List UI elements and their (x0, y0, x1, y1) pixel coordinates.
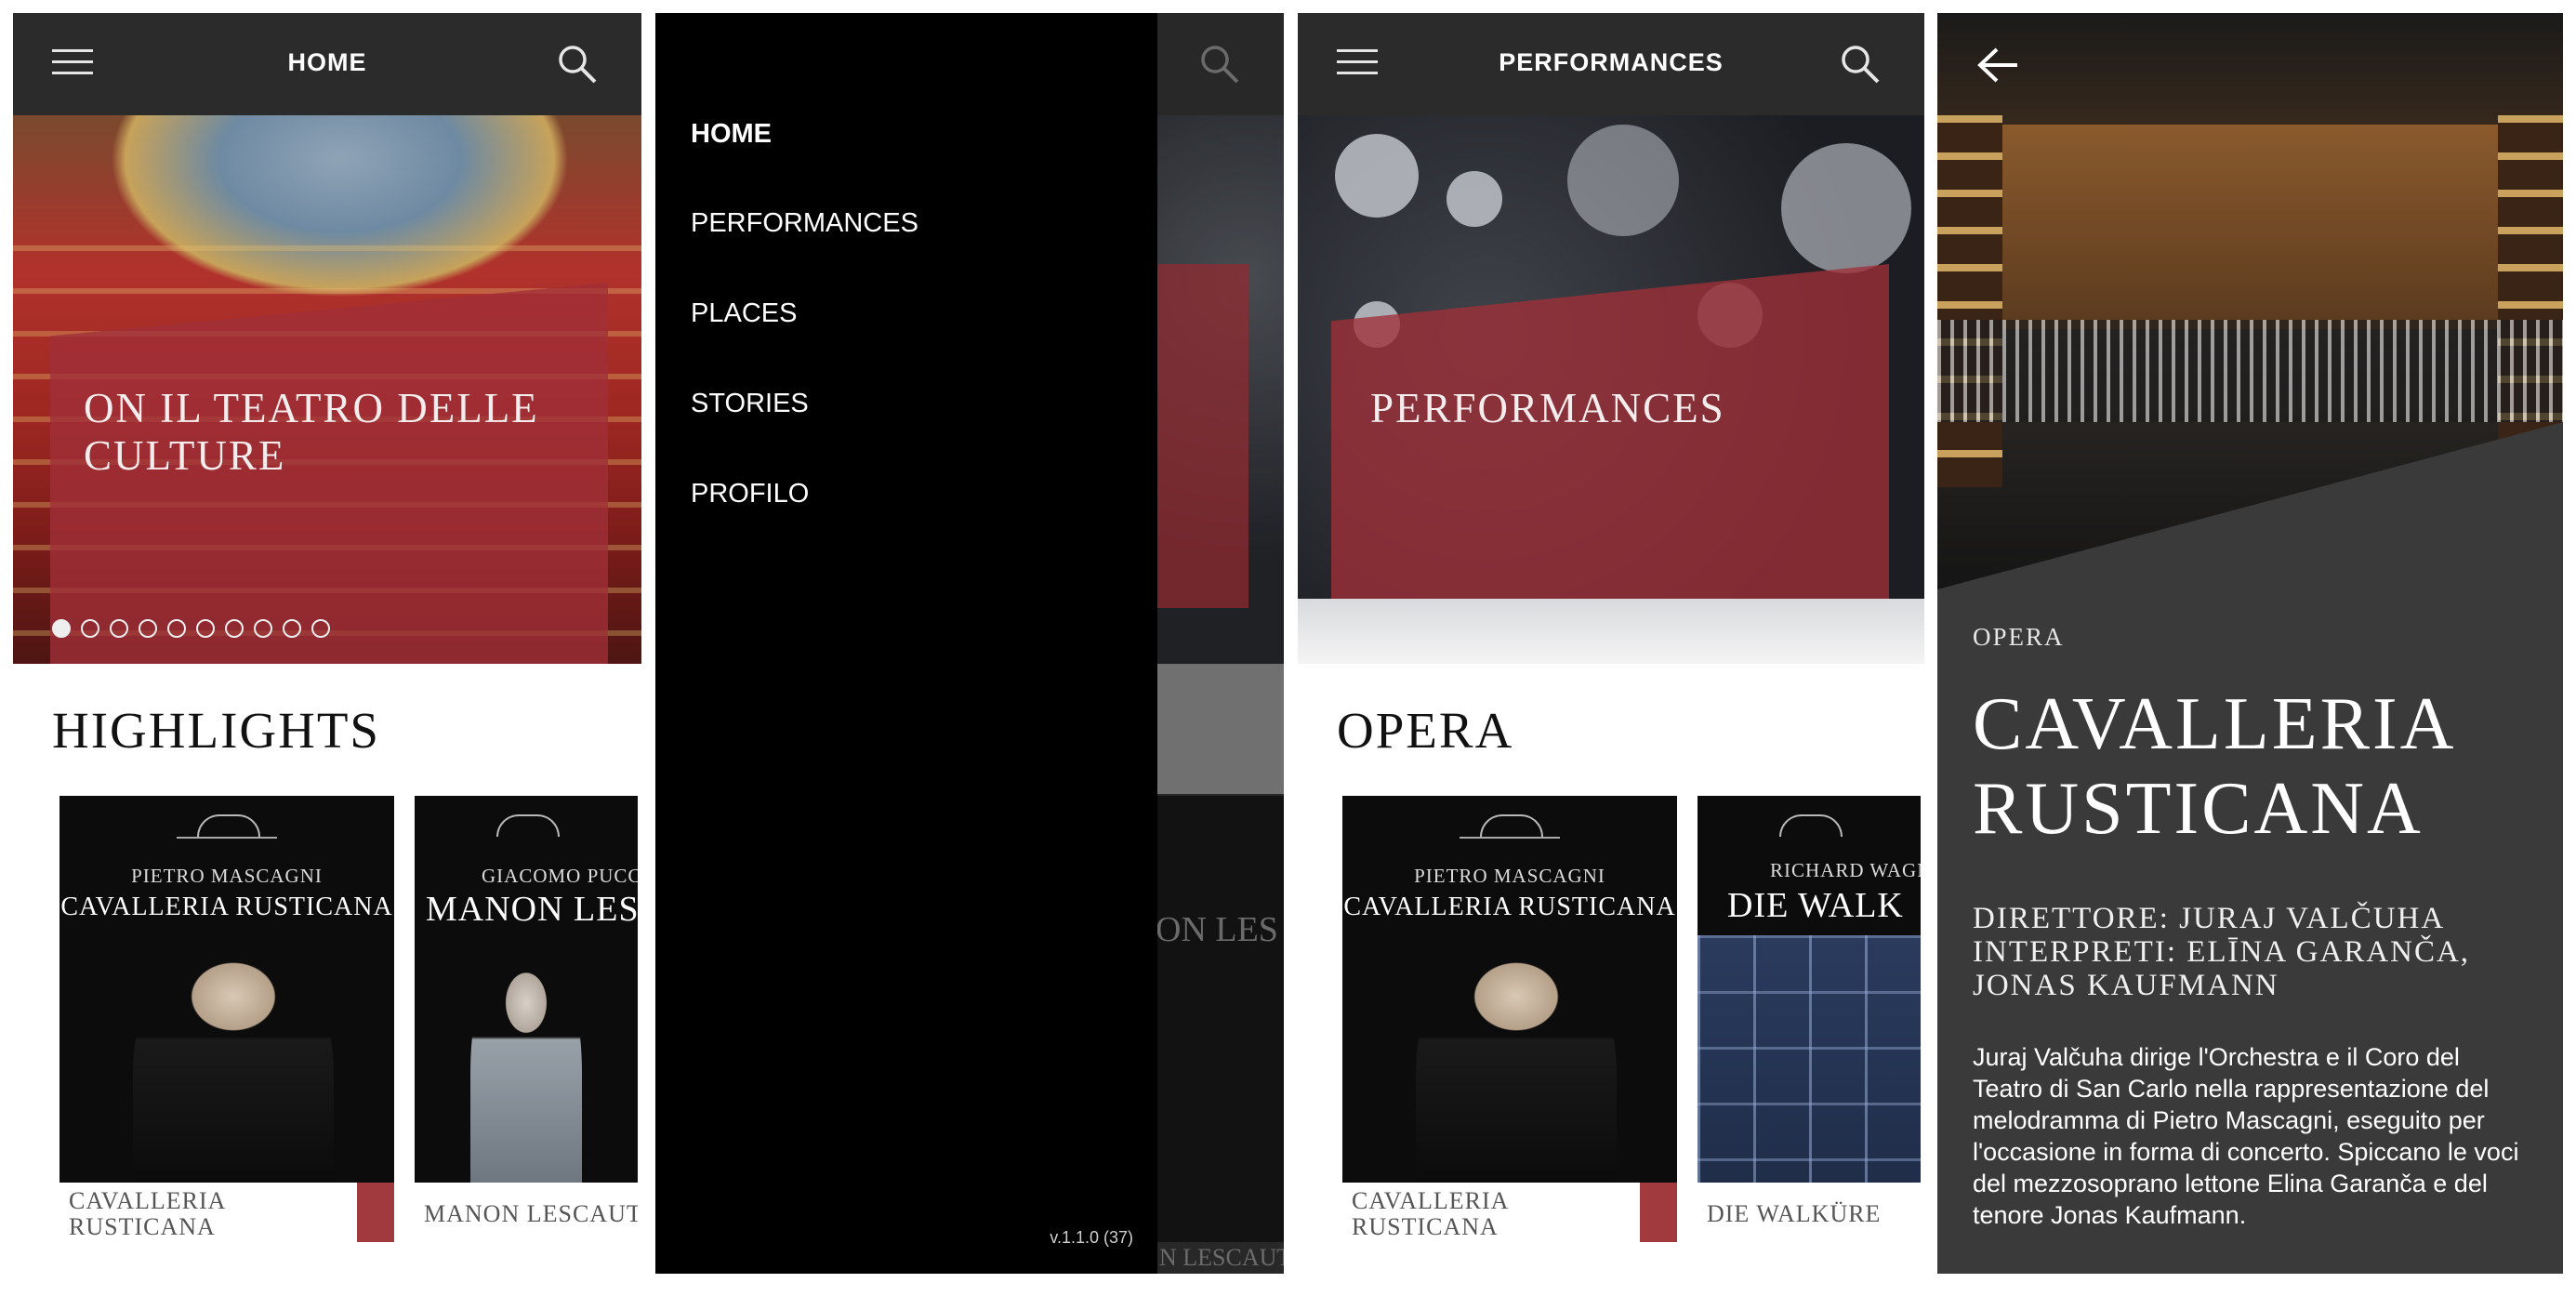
card-label: DIE WALKÜRE (1707, 1200, 1882, 1227)
poster-title: CAVALLERIA RUSTICANA (60, 893, 393, 921)
poster-title: CAVALLERIA RUSTICANA (1343, 893, 1676, 921)
poster-composer: RICHARD WAGN (1770, 859, 1921, 881)
theatre-emblem-icon (1480, 814, 1543, 837)
section-title: HIGHLIGHTS (52, 702, 381, 759)
theatre-emblem-icon (496, 814, 560, 837)
menu-item-profilo[interactable]: PROFILO (691, 479, 809, 509)
search-icon[interactable] (1837, 41, 1883, 87)
poster-title: MANON LES (426, 890, 638, 929)
carousel-dot[interactable] (283, 619, 301, 638)
menu-item-home[interactable]: HOME (691, 119, 772, 150)
poster-card[interactable]: RICHARD WAGN DIE WALK DIE WALKÜRE (1698, 796, 1921, 1242)
menu-item-places[interactable]: PLACES (691, 298, 797, 329)
menu-item-performances[interactable]: PERFORMANCES (691, 208, 918, 239)
theatre-emblem-icon (197, 814, 260, 837)
hero-text: ON IL TEATRO DELLE CULTURE (84, 385, 539, 479)
peek-poster-title: ON LES (1156, 910, 1278, 949)
carousel-dot[interactable] (254, 619, 272, 638)
poster-title: DIE WALK (1727, 886, 1904, 925)
hero-image: PERFORMANCES (1298, 115, 1924, 664)
screen-detail: OPERA CAVALLERIA RUSTICANA DIRETTORE: JU… (1937, 13, 2563, 1274)
carousel-dots (52, 619, 330, 638)
poster-composer: PIETRO MASCAGNI (131, 865, 323, 887)
app-bar: HOME (13, 13, 641, 115)
poster-card[interactable]: GIACOMO PUCC MANON LES MANON LESCAUT (415, 796, 638, 1242)
card-label: MANON LESCAUT (424, 1200, 638, 1227)
card-label: CAVALLERIA RUSTICANA (1352, 1187, 1508, 1240)
detail-title: CAVALLERIA RUSTICANA (1973, 683, 2453, 850)
carousel-dot[interactable] (167, 619, 186, 638)
card-accent (357, 1183, 394, 1242)
nav-drawer: HOME PERFORMANCES PLACES STORIES PROFILO… (655, 13, 1157, 1274)
card-accent (1640, 1183, 1677, 1242)
carousel-dot[interactable] (139, 619, 157, 638)
page-title: HOME (287, 48, 367, 76)
poster-composer: GIACOMO PUCC (482, 865, 638, 887)
menu-item-stories[interactable]: STORIES (691, 389, 809, 419)
screen-home: HOME ON IL TEATRO DELLE CULTURE HIGHLIGH… (13, 13, 641, 1274)
back-arrow-icon[interactable] (1976, 46, 2021, 84)
peek-card-label: N LESCAUT (1159, 1244, 1284, 1271)
carousel-dot[interactable] (196, 619, 215, 638)
carousel-dot[interactable] (52, 619, 71, 638)
screen-performances: PERFORMANCES PERFORMANCES OPERA PIETRO M… (1298, 13, 1924, 1274)
carousel-dot[interactable] (81, 619, 99, 638)
detail-credits: DIRETTORE: JURAJ VALČUHA INTERPRETI: ELĪ… (1973, 902, 2471, 1002)
poster-composer: PIETRO MASCAGNI (1414, 865, 1605, 887)
detail-panel: OPERA CAVALLERIA RUSTICANA DIRETTORE: JU… (1937, 589, 2563, 1274)
hero-carousel[interactable]: ON IL TEATRO DELLE CULTURE (13, 115, 641, 664)
card-label: CAVALLERIA RUSTICANA (69, 1187, 225, 1240)
poster-card[interactable]: PIETRO MASCAGNI CAVALLERIA RUSTICANA CAV… (59, 796, 394, 1242)
theatre-emblem-icon (1779, 814, 1843, 837)
section-title: OPERA (1337, 702, 1514, 759)
search-icon (1201, 46, 1239, 84)
page-title: PERFORMANCES (1499, 48, 1724, 76)
detail-hero-image (1937, 13, 2563, 589)
app-version: v.1.1.0 (37) (1050, 1228, 1133, 1247)
carousel-dot[interactable] (110, 619, 128, 638)
search-icon[interactable] (554, 41, 601, 87)
drawer-scrim[interactable]: ON LES N LESCAUT (1156, 13, 1284, 1274)
carousel-dot[interactable] (225, 619, 244, 638)
screen-menu: ON LES N LESCAUT HOME PERFORMANCES PLACE… (655, 13, 1284, 1274)
detail-category: OPERA (1973, 623, 2065, 651)
hero-text: PERFORMANCES (1370, 385, 1725, 431)
app-bar: PERFORMANCES (1298, 13, 1924, 115)
carousel-dot[interactable] (311, 619, 330, 638)
detail-description: Juraj Valčuha dirige l'Orchestra e il Co… (1973, 1043, 2519, 1229)
poster-card[interactable]: PIETRO MASCAGNI CAVALLERIA RUSTICANA CAV… (1342, 796, 1677, 1242)
